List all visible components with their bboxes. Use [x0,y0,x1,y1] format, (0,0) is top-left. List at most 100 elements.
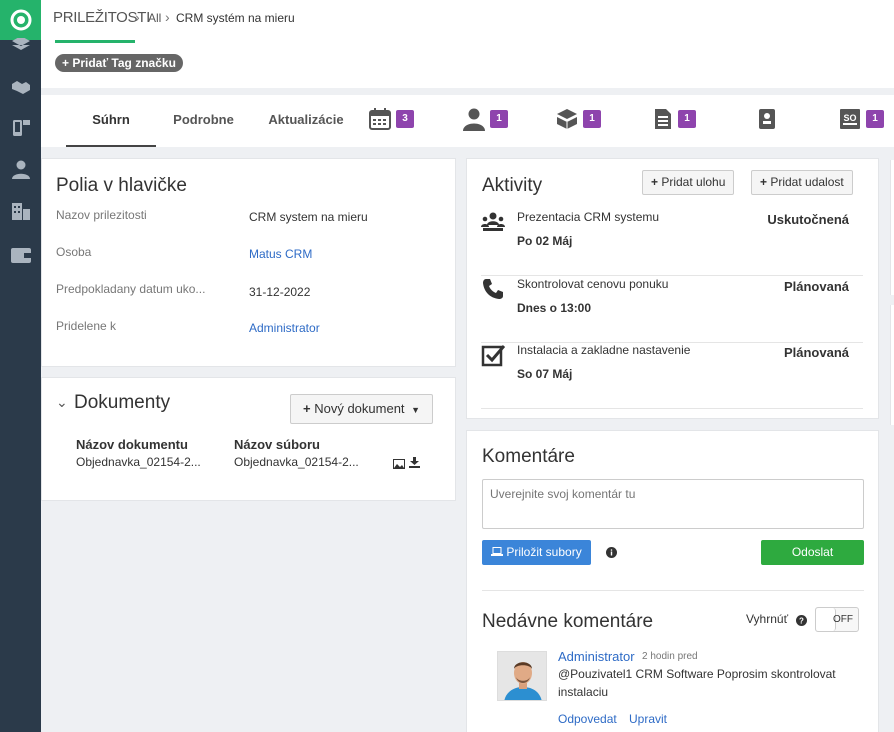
laptop-icon [491,545,506,559]
activity-date: Dnes o 13:00 [517,301,592,315]
logo-icon [10,9,31,31]
attach-files-label: Priložit subory [506,545,582,559]
activity-item[interactable]: Instalacia a zakladne nastavenie So 07 M… [481,343,863,409]
activity-title: Skontrolovat cenovu ponuku [517,277,669,291]
layers-icon[interactable] [0,38,41,54]
caret-down-icon: ▼ [411,405,421,415]
contacts-count-badge: 1 [490,110,508,128]
avatar [497,651,547,701]
side-panel-edge [890,160,894,295]
svg-text:SO: SO [843,113,856,123]
plus-icon: + [303,401,311,416]
activity-status: Plánovaná [783,279,849,294]
toggle-state: OFF [833,614,853,625]
field-label: Pridelene k [56,319,117,333]
field-value-person-link[interactable]: Matus CRM [249,247,312,261]
field-value-name[interactable]: CRM system na mieru [249,210,368,224]
phone-icon [481,277,505,304]
rollup-toggle[interactable]: OFF [815,607,859,632]
calendar-count-badge: 3 [396,110,414,128]
person-icon [463,108,485,131]
field-label: Nazov prilezitosti [56,208,147,222]
comments-panel: Komentáre Priložit subory Odoslat Nedávn… [466,430,879,732]
comments-title: Komentáre [482,446,575,467]
activity-title: Prezentacia CRM systemu [517,210,660,224]
field-label: Predpokladany datum uko... [56,282,206,296]
tab-products[interactable]: 1 [555,107,601,131]
send-comment-button[interactable]: Odoslat [761,540,864,565]
activity-item[interactable]: Prezentacia CRM systemu Po 02 Máj Uskuto… [481,210,863,276]
recent-comments-title: Nedávne komentáre [482,611,654,632]
header-fields-title: Polia v hlavičke [56,175,187,196]
tab-contacts[interactable]: 1 [462,107,508,131]
field-value-close-date[interactable]: 31-12-2022 [249,285,310,299]
edit-link[interactable]: Upravit [629,712,667,726]
documents-panel: ⌄ Dokumenty + Nový dokument ▼ Názov doku… [41,377,456,501]
comment-text: @Pouzivatel1 CRM Software Poprosim skont… [558,667,836,699]
add-tag-button[interactable]: + Pridať Tag značku [55,54,183,72]
tab-contact-book[interactable] [756,107,778,131]
activity-date: Po 02 Máj [517,234,573,248]
breadcrumb-separator-icon: › [165,9,170,25]
organization-icon[interactable] [0,196,41,226]
page-header: PRILEŽITOSTI › All › CRM systém na mieru… [41,0,894,88]
activity-item[interactable]: Skontrolovat cenovu ponuku Dnes o 13:00 … [481,277,863,343]
activity-status: Uskutočnená [767,212,849,227]
attach-files-button[interactable]: Priložit subory [482,540,591,565]
info-icon[interactable] [606,546,617,561]
column-header-document-name: Názov dokumentu [76,437,188,452]
chevron-down-icon[interactable]: ⌄ [56,394,68,411]
breadcrumb-separator-icon: › [135,9,140,25]
tab-calendar[interactable]: 3 [368,107,414,131]
plus-icon: + [651,175,662,189]
sales-orders-count-badge: 1 [866,110,884,128]
meeting-icon [481,210,505,237]
app-logo[interactable] [0,0,41,40]
tab-summary[interactable]: Súhrn [66,95,156,147]
image-preview-icon[interactable] [393,457,405,472]
add-task-label: Pridat ulohu [661,175,726,189]
field-value-assigned-link[interactable]: Administrator [249,321,320,335]
help-icon[interactable]: ? [796,614,807,629]
activity-date: So 07 Máj [517,367,573,381]
tab-updates[interactable]: Aktualizácie [256,95,356,147]
contact-book-icon [759,109,775,129]
wallet-icon[interactable] [0,240,41,270]
handshake-icon[interactable] [0,72,41,102]
comment-time: 2 hodin pred [642,651,698,662]
boxes-icon [557,109,577,129]
reply-link[interactable]: Odpovedat [558,712,617,726]
comment-author-link[interactable]: Administrator [558,649,635,664]
activity-title: Instalacia a zakladne nastavenie [517,343,691,357]
divider [482,590,864,591]
activities-panel: Aktivity + Pridat ulohu + Pridat udalost… [466,158,879,419]
document-icon [655,109,671,129]
sales-order-icon: SO [840,109,860,129]
breadcrumb-current: CRM systém na mieru [176,11,295,25]
tab-sales-orders[interactable]: SO 1 [838,107,884,131]
document-file-name[interactable]: Objednavka_02154-2... [234,455,359,469]
user-icon[interactable] [0,154,41,184]
sidebar [0,0,41,732]
activity-status: Plánovaná [783,345,849,360]
checkbox-icon [481,343,506,370]
comment-input[interactable] [482,479,864,529]
field-label: Osoba [56,245,92,259]
record-tabs: Súhrn Podrobne Aktualizácie 3 1 1 1 SO 1 [41,95,894,147]
documents-title[interactable]: Dokumenty [74,392,170,414]
add-event-button[interactable]: + Pridat udalost [751,170,853,195]
add-task-button[interactable]: + Pridat ulohu [642,170,735,195]
documents-count-badge: 1 [678,110,696,128]
breadcrumb-all[interactable]: All [148,11,161,25]
device-icon[interactable] [0,112,41,142]
tab-documents[interactable]: 1 [652,107,696,131]
header-fields-panel: Polia v hlavičke Nazov prilezitosti CRM … [41,158,456,367]
activities-title: Aktivity [482,175,543,196]
document-name[interactable]: Objednavka_02154-2... [76,455,201,469]
new-document-label: Nový dokument [314,401,405,416]
tab-details[interactable]: Podrobne [161,95,246,147]
new-document-button[interactable]: + Nový dokument ▼ [290,394,434,424]
plus-icon: + [760,175,771,189]
products-count-badge: 1 [583,110,601,128]
download-icon[interactable] [409,456,420,471]
